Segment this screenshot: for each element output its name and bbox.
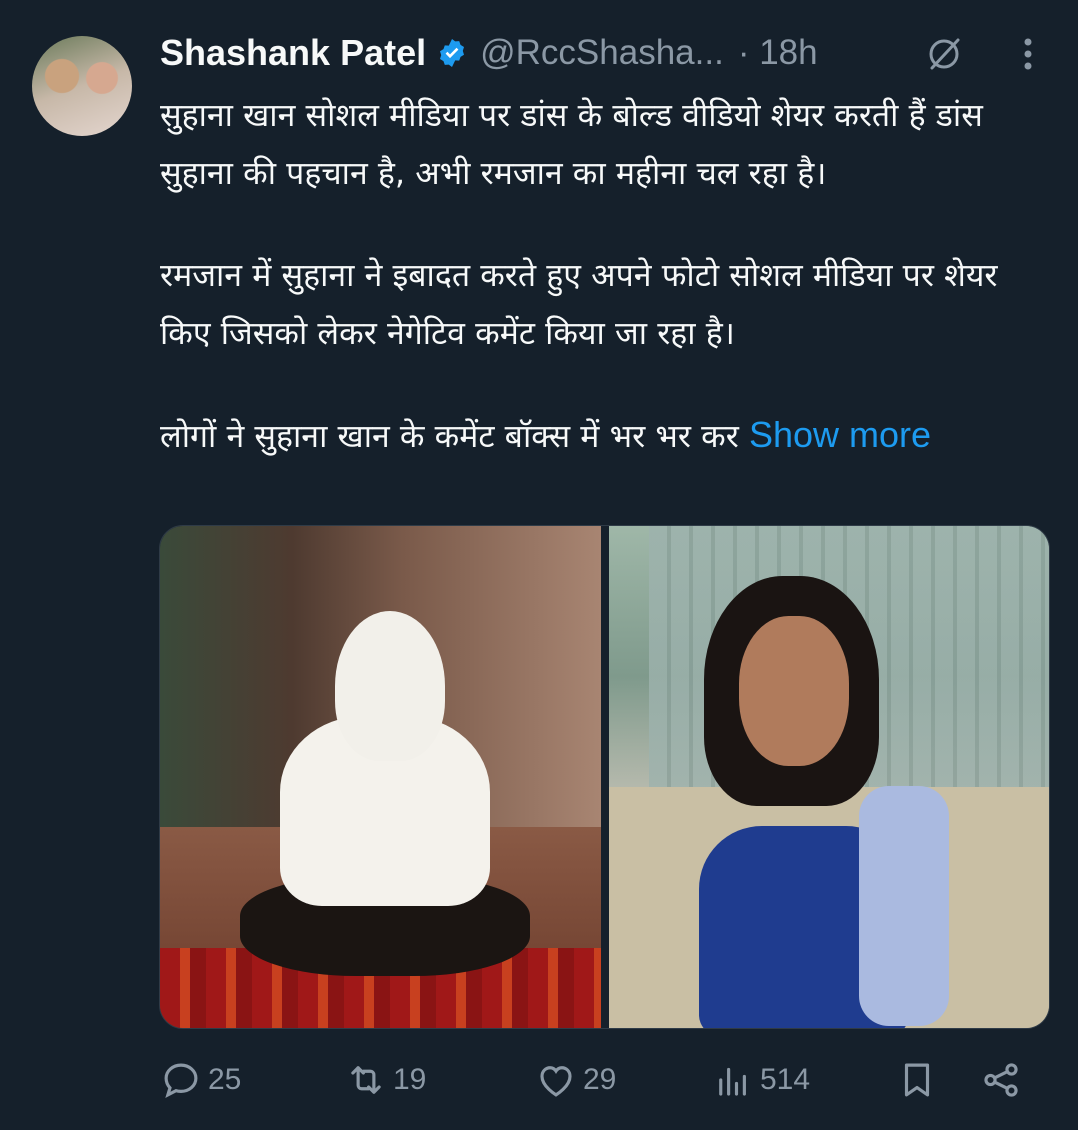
photo-prayer[interactable] [160, 526, 601, 1028]
tweet-paragraph: सुहाना खान सोशल मीडिया पर डांस के बोल्ड … [160, 96, 983, 192]
author-handle[interactable]: @RccShasha... [480, 33, 724, 73]
author-name[interactable]: Shashank Patel [160, 32, 426, 74]
tweet-text: सुहाना खान सोशल मीडिया पर डांस के बोल्ड … [160, 86, 1050, 509]
media-grid [159, 525, 1050, 1029]
like-icon [540, 1066, 572, 1097]
repost-icon [351, 1066, 381, 1094]
repost-count: 19 [393, 1063, 427, 1096]
show-more-link[interactable]: Show more [749, 414, 931, 455]
avatar[interactable] [32, 36, 132, 136]
tweet-paragraph-text: लोगों ने सुहाना खान के कमेंट बॉक्स में भ… [160, 417, 739, 455]
reply-button[interactable]: 25 [160, 1052, 241, 1108]
like-count: 29 [583, 1063, 617, 1096]
repost-button[interactable]: 19 [345, 1052, 426, 1108]
tweet-paragraph-text: रमजान में सुहाना ने इबादत करते हुए अपने … [160, 256, 998, 352]
photo-selfie[interactable] [608, 526, 1049, 1028]
share-icon [984, 1063, 1018, 1097]
tweet-paragraph: लोगों ने सुहाना खान के कमेंट बॉक्स में भ… [160, 406, 1050, 465]
bookmark-button[interactable] [896, 1052, 938, 1108]
verified-badge-icon [440, 39, 465, 67]
tweet[interactable]: Shashank Patel @RccShasha... · 18h सुहान… [0, 0, 1078, 1130]
tweet-header: Shashank Patel @RccShasha... · 18h [160, 28, 818, 78]
action-bar: 25 19 29 514 [160, 1052, 1030, 1108]
bookmark-icon [904, 1063, 930, 1097]
views-icon [719, 1067, 746, 1096]
views-button[interactable]: 514 [712, 1052, 810, 1108]
views-count: 514 [760, 1063, 811, 1096]
reply-icon [164, 1063, 198, 1098]
timestamp[interactable]: · 18h [738, 33, 818, 73]
grok-icon[interactable] [924, 34, 964, 74]
like-button[interactable]: 29 [535, 1052, 616, 1108]
share-button[interactable] [980, 1052, 1022, 1108]
more-vertical-icon[interactable] [1010, 34, 1046, 74]
reply-count: 25 [208, 1063, 242, 1096]
tweet-paragraph: रमजान में सुहाना ने इबादत करते हुए अपने … [160, 246, 1050, 362]
